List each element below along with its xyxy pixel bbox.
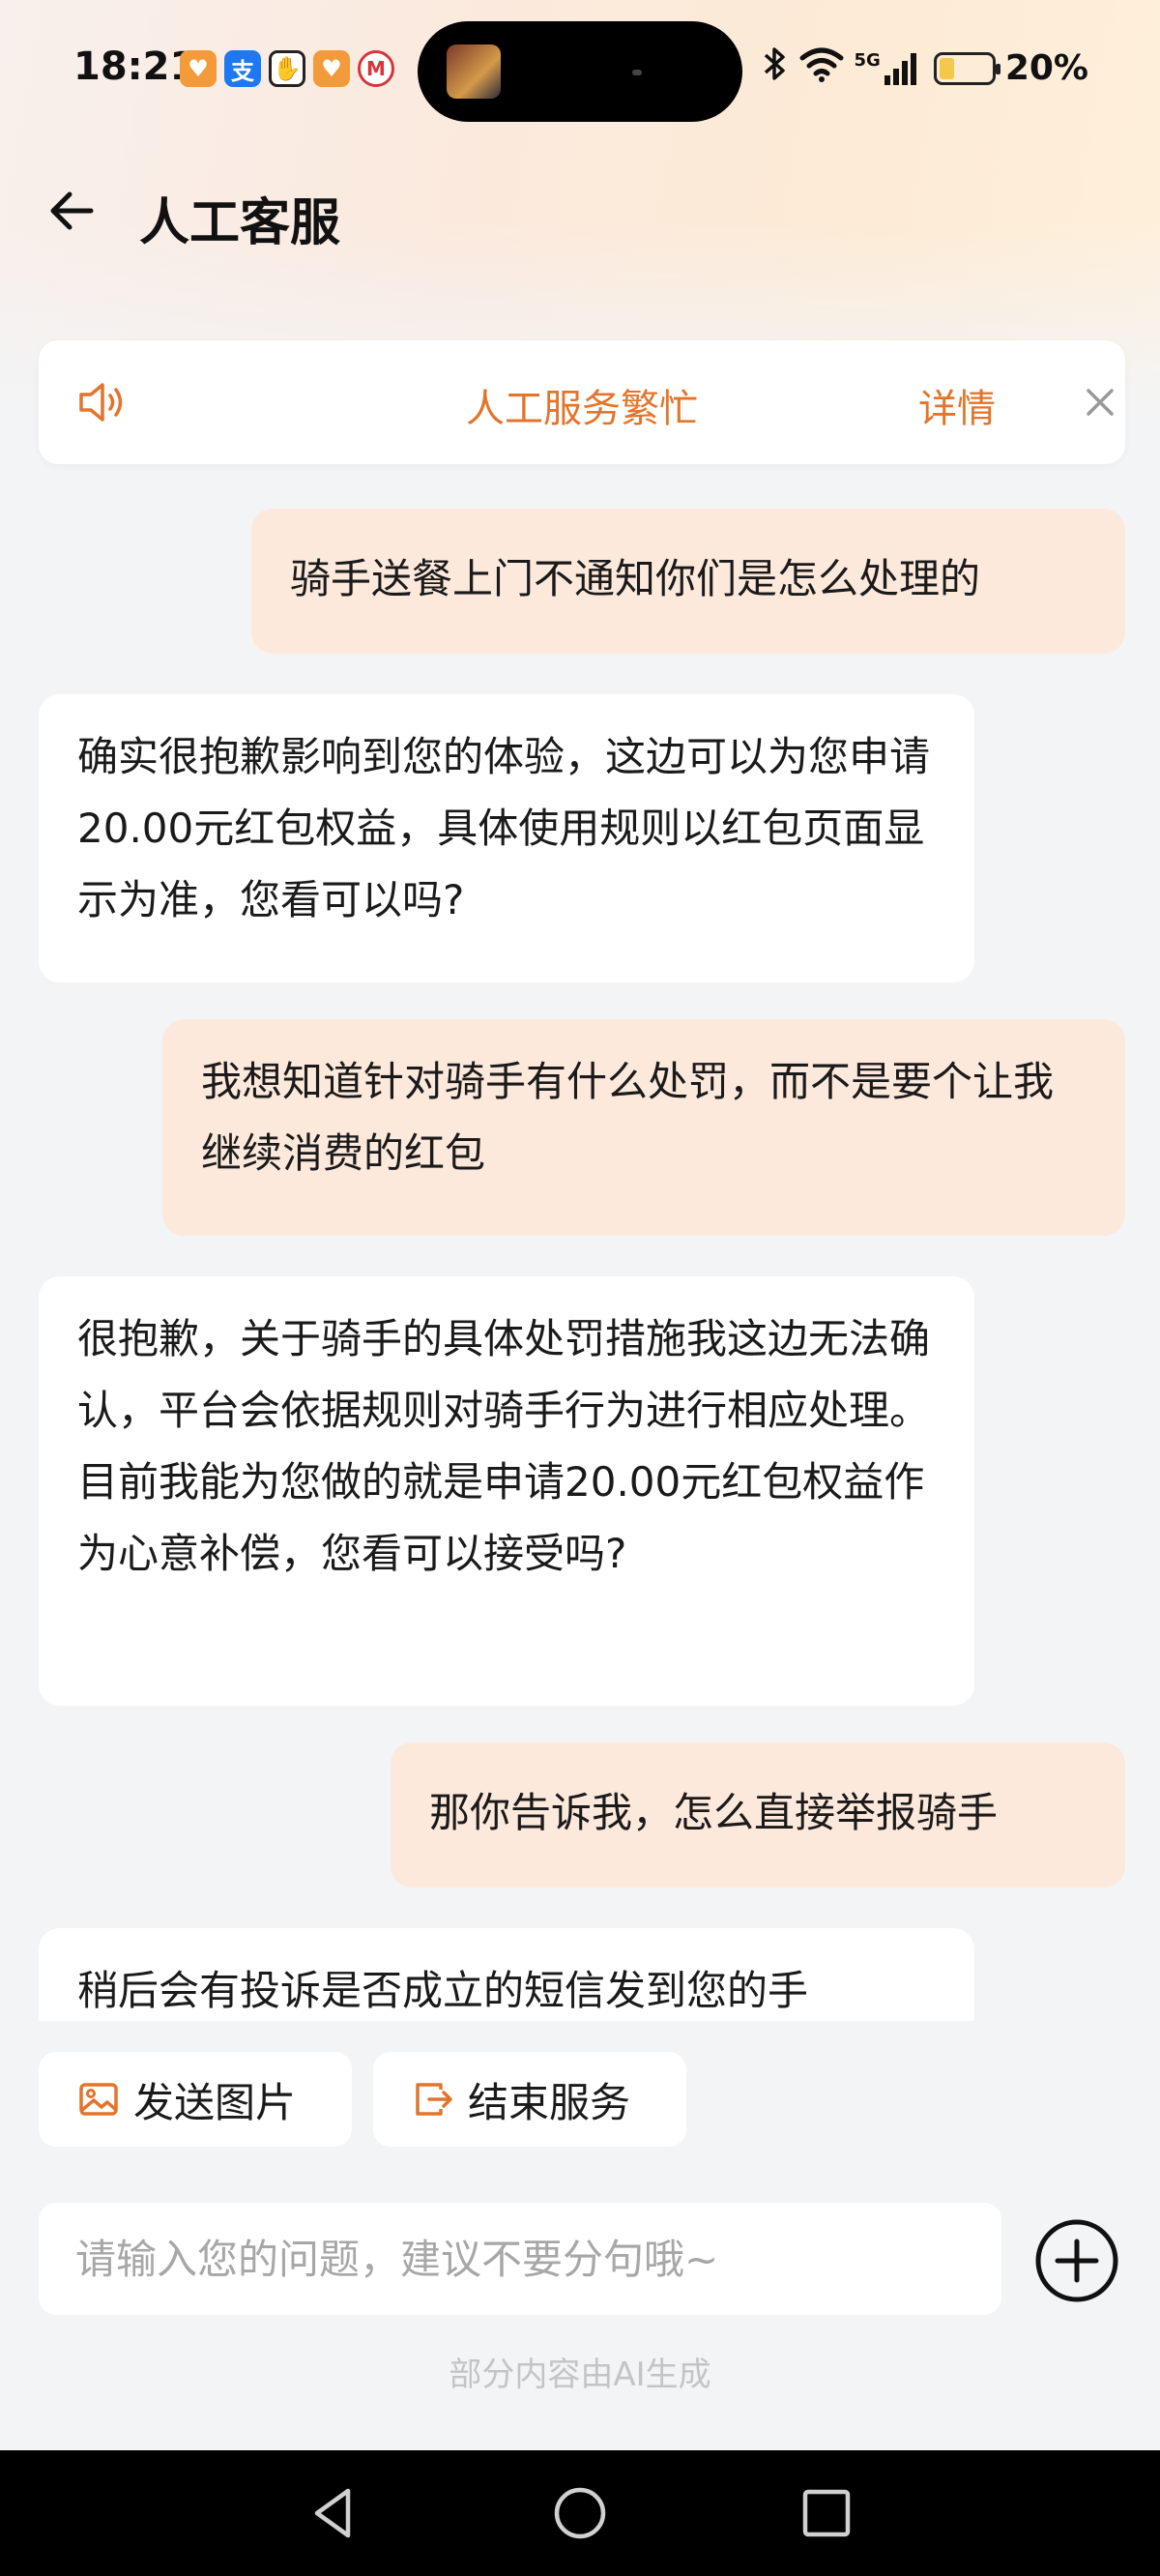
user-message: 那你告诉我，怎么直接举报骑手 <box>391 1742 1125 1888</box>
dynamic-island <box>418 21 742 122</box>
end-service-button[interactable]: 结束服务 <box>373 2052 686 2147</box>
end-service-label: 结束服务 <box>468 2078 631 2126</box>
nav-home-icon[interactable] <box>550 2483 610 2543</box>
page-title: 人工客服 <box>139 194 341 252</box>
message-input[interactable] <box>39 2203 1001 2315</box>
nav-back-icon[interactable] <box>304 2483 363 2543</box>
chat-message-list[interactable]: 骑手送餐上门不通知你们是怎么处理的 确实很抱歉影响到您的体验，这边可以为您申请2… <box>0 503 1160 2021</box>
media-thumbnail <box>447 44 501 99</box>
user-message: 骑手送餐上门不通知你们是怎么处理的 <box>251 509 1125 654</box>
agent-message: 很抱歉，关于骑手的具体处罚措施我这边无法确认，平台会依据规则对骑手行为进行相应处… <box>39 1276 974 1706</box>
busy-notice-banner: 人工服务繁忙 详情 <box>39 340 1125 464</box>
app-notification-icon: ♥ <box>313 50 350 87</box>
user-message: 我想知道针对骑手有什么处罚，而不是要个让我继续消费的红包 <box>162 1019 1125 1236</box>
battery-icon <box>933 51 1000 85</box>
agent-message: 稍后会有投诉是否成立的短信发到您的手 <box>39 1928 974 2021</box>
battery-percentage: 20% <box>1004 48 1088 88</box>
plus-icon[interactable] <box>1034 2218 1119 2303</box>
shield-hand-icon: ✋ <box>269 50 305 87</box>
app-notification-icon: ♥ <box>180 50 217 87</box>
system-navigation-bar <box>0 2450 1160 2576</box>
image-icon <box>79 2083 118 2116</box>
agent-message: 确实很抱歉影响到您的体验，这边可以为您申请20.00元红包权益，具体使用规则以红… <box>39 694 974 982</box>
status-bar: 18:21 ♥ 支 ✋ ♥ M 5G 20% <box>0 0 1160 135</box>
arrow-left-icon <box>50 191 94 230</box>
send-image-label: 发送图片 <box>133 2078 297 2126</box>
ai-generated-note: 部分内容由AI生成 <box>449 2356 711 2394</box>
close-icon[interactable] <box>1081 383 1119 422</box>
network-type-label: 5G <box>854 49 881 71</box>
alipay-icon: 支 <box>224 50 261 87</box>
metro-icon: M <box>358 50 394 87</box>
bluetooth-icon <box>762 44 789 92</box>
exit-icon <box>416 2083 452 2116</box>
header: 人工客服 <box>0 164 1160 261</box>
status-time: 18:21 <box>73 44 197 89</box>
wifi-icon <box>798 44 845 92</box>
quick-actions: 发送图片 结束服务 <box>39 2052 686 2147</box>
notification-icons: ♥ 支 ✋ ♥ M <box>180 50 394 87</box>
nav-recent-apps-icon[interactable] <box>797 2483 856 2543</box>
send-image-button[interactable]: 发送图片 <box>39 2052 352 2147</box>
camera-dot <box>632 70 642 75</box>
notice-detail-link[interactable]: 详情 <box>918 377 996 433</box>
cellular-signal-icon: 5G <box>854 49 918 85</box>
system-icons: 5G 20% <box>762 44 1088 92</box>
back-button[interactable] <box>43 182 101 240</box>
